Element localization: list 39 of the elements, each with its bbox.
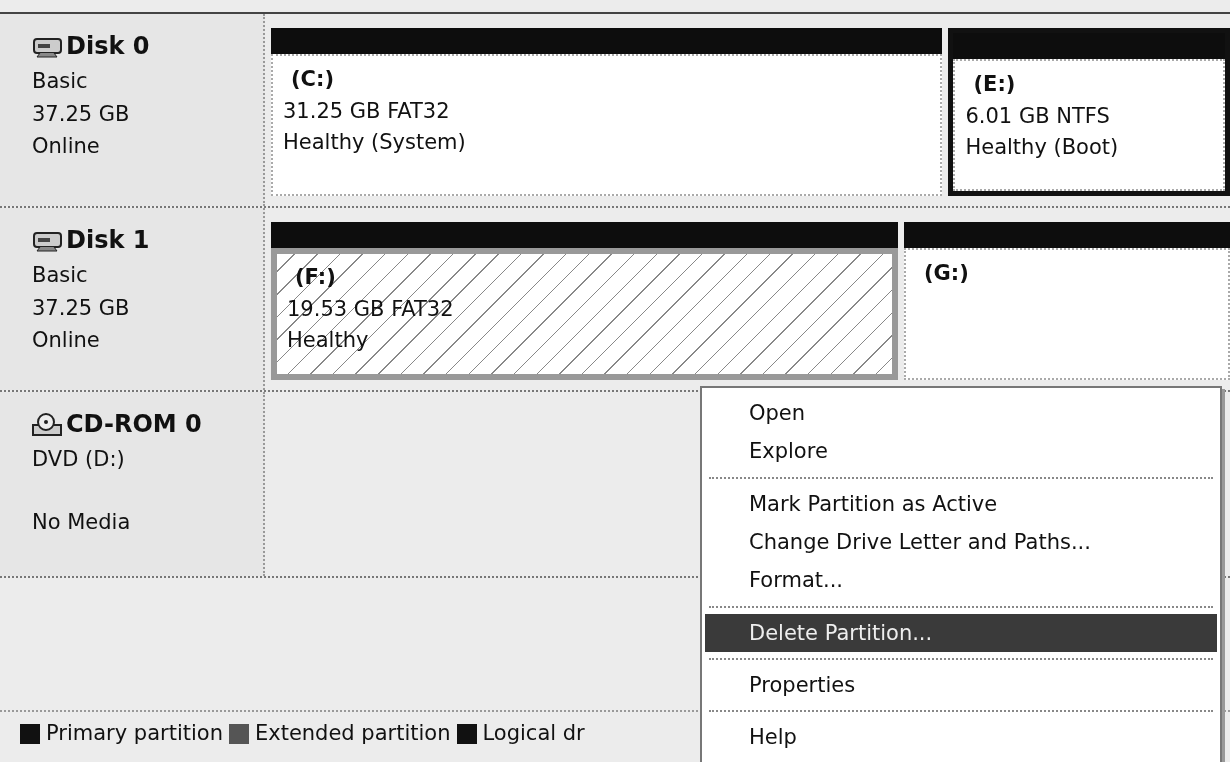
disk-name: Disk 0 — [66, 31, 150, 62]
disk-info-text: Basic — [32, 68, 88, 96]
drive-label: (F:) — [294, 264, 336, 291]
disk-info-text: Online — [32, 133, 100, 161]
disk-info-text: DVD (D:) — [32, 446, 125, 474]
disk-drive-icon — [32, 229, 64, 252]
legend-label: Extended partition — [254, 720, 451, 747]
partition-block[interactable]: (G:) — [903, 222, 1230, 380]
drive-label: (G:) — [922, 260, 969, 287]
partition-block[interactable]: (E:) 6.01 GB NTFS Healthy (Boot) — [948, 28, 1230, 196]
cd-drive-icon — [32, 412, 64, 437]
partition-status: Healthy (System) — [283, 129, 466, 156]
menu-item[interactable]: Explore — [705, 432, 1217, 471]
partition-status: Healthy (Boot) — [965, 134, 1119, 161]
menu-item[interactable]: Mark Partition as Active — [705, 484, 1217, 524]
partition-block[interactable]: (F:) 19.53 GB FAT32 Healthy — [271, 222, 898, 380]
menu-item[interactable]: Open — [705, 394, 1217, 433]
legend-label: Logical dr — [482, 720, 585, 747]
menu-item[interactable]: Format... — [705, 561, 1217, 600]
disk-info-text: Online — [32, 327, 100, 355]
partition-size: 6.01 GB NTFS — [965, 102, 1110, 130]
menu-item[interactable]: Delete Partition... — [705, 613, 1217, 653]
partition-size: 19.53 GB FAT32 — [287, 295, 454, 323]
legend-label: Primary partition — [46, 720, 223, 747]
partition-block[interactable]: (C:) 31.25 GB FAT32 Healthy (System) — [271, 28, 943, 196]
menu-item[interactable]: Properties — [705, 666, 1217, 705]
disk-info-text: 37.25 GB — [32, 100, 130, 128]
disk-info-text: 37.25 GB — [32, 294, 130, 322]
partition-status: Healthy — [287, 327, 369, 354]
disk-name: CD-ROM 0 — [66, 409, 202, 440]
drive-label: (C:) — [290, 66, 334, 93]
disk-drive-icon — [32, 35, 64, 58]
disk-info-text: Basic — [32, 262, 88, 290]
menu-item[interactable]: Help — [705, 718, 1217, 757]
disk-name: Disk 1 — [66, 225, 150, 256]
disk-info-text: No Media — [32, 508, 131, 536]
drive-label: (E:) — [972, 71, 1016, 98]
menu-item[interactable]: Change Drive Letter and Paths... — [705, 523, 1217, 562]
partition-size: 31.25 GB FAT32 — [283, 97, 450, 125]
